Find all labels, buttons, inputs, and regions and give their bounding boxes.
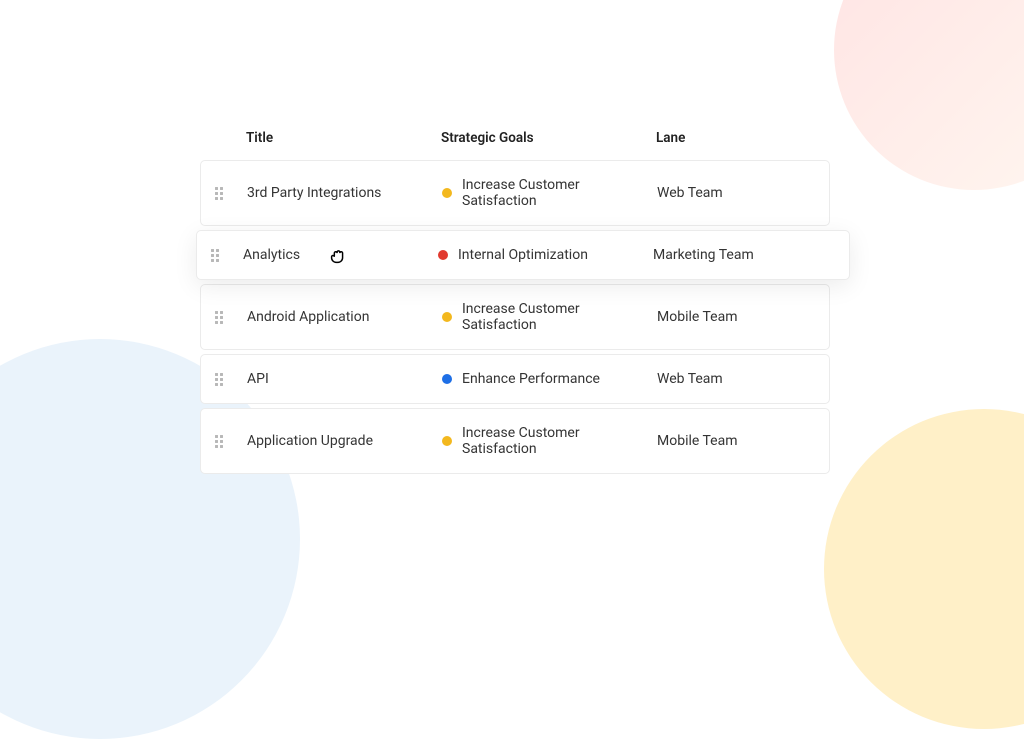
table-row[interactable]: Android Application Increase Customer Sa… xyxy=(200,284,830,350)
column-header-title[interactable]: Title xyxy=(246,130,441,146)
table-row[interactable]: 3rd Party Integrations Increase Customer… xyxy=(200,160,830,226)
cell-title: Android Application xyxy=(247,309,442,325)
drag-handle-icon[interactable] xyxy=(215,435,231,448)
cell-lane: Web Team xyxy=(657,371,815,387)
cell-title: Analytics xyxy=(243,247,438,263)
goal-label: Increase Customer Satisfaction xyxy=(462,177,657,209)
column-header-lane[interactable]: Lane xyxy=(656,130,816,146)
goal-label: Enhance Performance xyxy=(462,371,600,387)
drag-handle-icon[interactable] xyxy=(215,187,231,200)
cell-strategic-goal: Internal Optimization xyxy=(438,247,653,263)
table-row[interactable]: API Enhance Performance Web Team xyxy=(200,354,830,404)
cell-strategic-goal: Increase Customer Satisfaction xyxy=(442,301,657,333)
drag-handle-icon[interactable] xyxy=(215,311,231,324)
goal-label: Internal Optimization xyxy=(458,247,588,263)
table-row[interactable]: Analytics Internal Optimization Marketin… xyxy=(196,230,850,280)
cell-strategic-goal: Increase Customer Satisfaction xyxy=(442,425,657,457)
decorative-blob-top-right xyxy=(834,0,1024,190)
cell-lane: Web Team xyxy=(657,185,815,201)
cell-strategic-goal: Enhance Performance xyxy=(442,371,657,387)
goal-color-dot xyxy=(438,250,448,260)
drag-handle-icon[interactable] xyxy=(211,249,227,262)
goal-color-dot xyxy=(442,374,452,384)
table-header-row: Title Strategic Goals Lane xyxy=(200,130,830,160)
goal-color-dot xyxy=(442,312,452,322)
data-table: Title Strategic Goals Lane 3rd Party Int… xyxy=(200,130,830,478)
decorative-blob-bottom-right xyxy=(824,409,1024,729)
column-header-goals[interactable]: Strategic Goals xyxy=(441,130,656,146)
cell-title: Application Upgrade xyxy=(247,433,442,449)
cell-title: API xyxy=(247,371,442,387)
goal-label: Increase Customer Satisfaction xyxy=(462,301,657,333)
cell-title: 3rd Party Integrations xyxy=(247,185,442,201)
goal-color-dot xyxy=(442,436,452,446)
drag-handle-icon[interactable] xyxy=(215,373,231,386)
cell-lane: Mobile Team xyxy=(657,433,815,449)
goal-color-dot xyxy=(442,188,452,198)
table-row[interactable]: Application Upgrade Increase Customer Sa… xyxy=(200,408,830,474)
cell-strategic-goal: Increase Customer Satisfaction xyxy=(442,177,657,209)
goal-label: Increase Customer Satisfaction xyxy=(462,425,657,457)
cell-lane: Marketing Team xyxy=(653,247,835,263)
cell-lane: Mobile Team xyxy=(657,309,815,325)
